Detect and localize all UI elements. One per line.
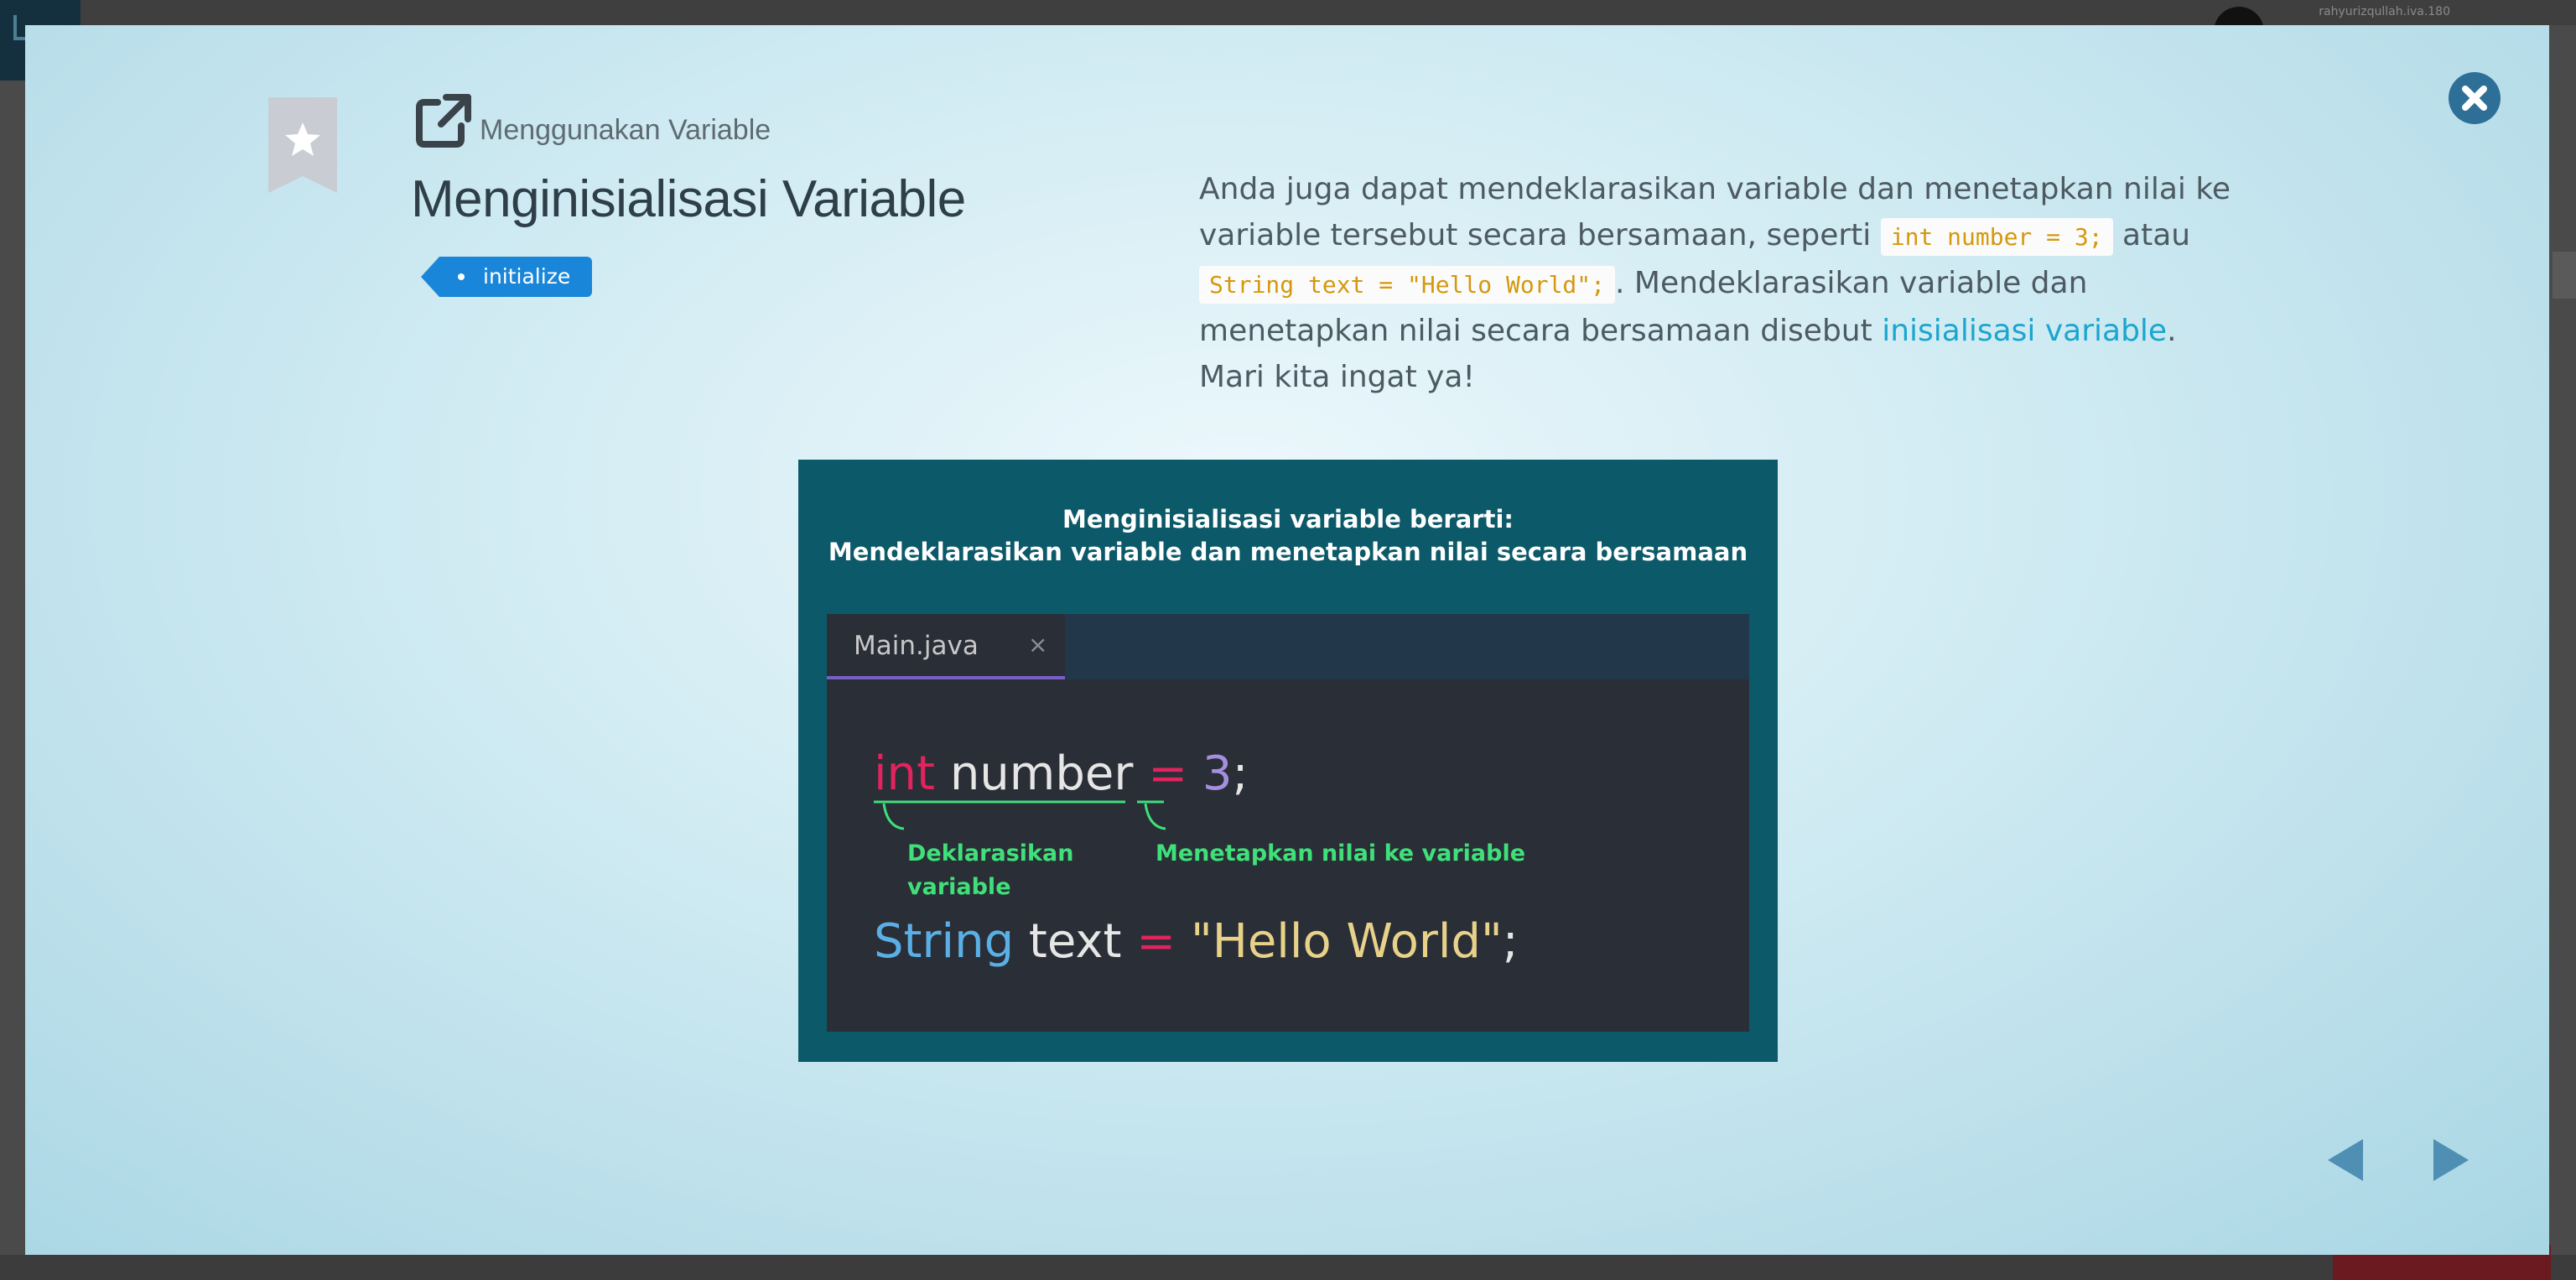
illustration-title-line: Mendeklarasikan variable dan menetapkan … <box>828 538 1748 566</box>
description-text: atau <box>2112 218 2191 252</box>
scrollbar-thumb[interactable] <box>2553 252 2576 299</box>
next-button[interactable] <box>2432 1137 2470 1183</box>
page-title: Menginisialisasi Variable <box>411 170 966 228</box>
background-topbar <box>0 0 2576 25</box>
arrow-left-icon <box>2328 1139 2363 1181</box>
code-string: "Hello World" <box>1176 914 1503 969</box>
inline-code: int number = 3; <box>1880 218 2113 256</box>
glossary-link[interactable]: inisialisasi variable <box>1882 314 2167 348</box>
breadcrumb[interactable]: Menggunakan Variable <box>480 114 771 147</box>
code-line: String text = "Hello World"; <box>874 914 1519 969</box>
tag-badge[interactable]: initialize <box>420 257 593 297</box>
lesson-description: Anda juga dapat mendeklarasikan variable… <box>1199 166 2239 400</box>
code-variable: text <box>1014 914 1137 969</box>
close-button[interactable] <box>2449 72 2501 124</box>
annotation-lines <box>874 800 1166 830</box>
annotation-assign: Menetapkan nilai ke variable <box>1156 840 1526 866</box>
code-operator: = <box>1136 914 1176 969</box>
illustration-title: Menginisialisasi variable berarti: Mende… <box>798 503 1778 569</box>
lesson-illustration: Menginisialisasi variable berarti: Mende… <box>798 460 1778 1062</box>
illustration-title-line: Menginisialisasi variable berarti: <box>1062 505 1514 533</box>
bookmark-star-icon[interactable] <box>268 97 337 193</box>
background-bottombar <box>0 1255 2576 1280</box>
close-icon <box>2462 86 2487 111</box>
arrow-right-icon <box>2433 1139 2469 1181</box>
username: rahyurizqullah.iva.180 <box>2319 5 2450 18</box>
external-link-icon[interactable] <box>413 91 473 151</box>
lesson-modal: Menggunakan Variable Menginisialisasi Va… <box>25 25 2549 1255</box>
code-editor: Main.java × int number = 3; Deklarasikan… <box>827 614 1749 1032</box>
annotation-declare: Deklarasikan variable <box>907 840 1074 900</box>
code-type: String <box>874 914 1015 969</box>
previous-button[interactable] <box>2326 1137 2365 1183</box>
inline-code: String text = "Hello World"; <box>1199 266 1616 304</box>
code-semicolon: ; <box>1502 914 1519 969</box>
